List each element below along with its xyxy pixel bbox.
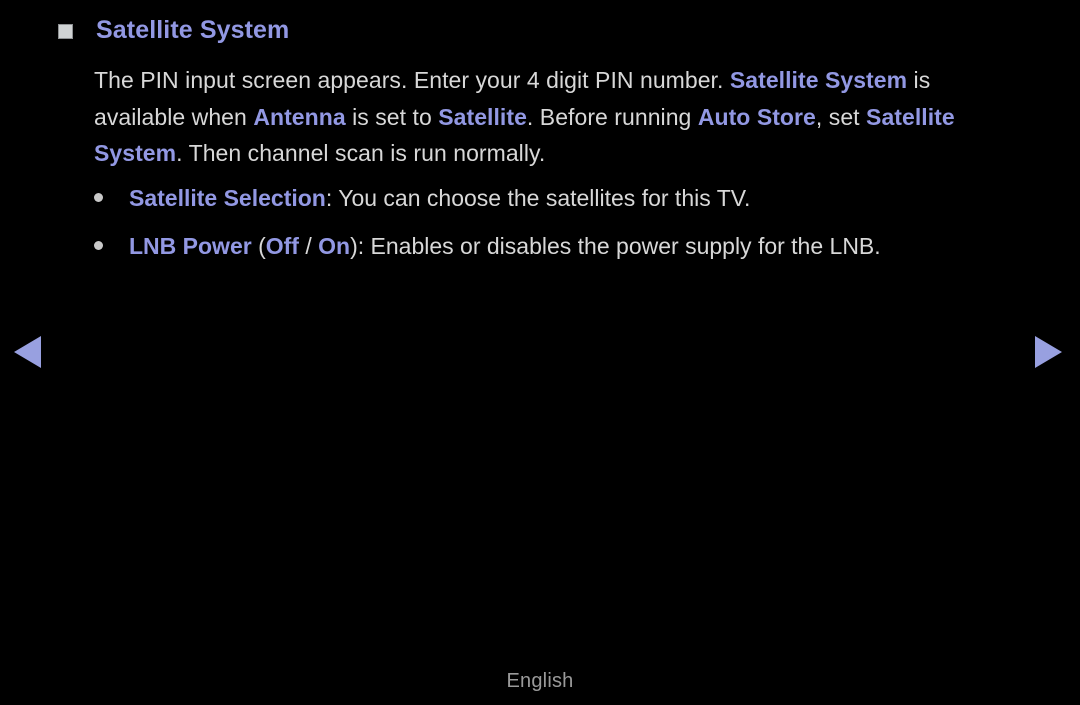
triangle-right-icon[interactable] bbox=[1035, 336, 1062, 368]
option-description-lnb-power: : Enables or disables the power supply f… bbox=[357, 233, 881, 259]
option-label-lnb-power: LNB Power bbox=[129, 233, 252, 259]
paragraph-accent-satellite-system-1: Satellite System bbox=[729, 67, 908, 93]
paragraph-accent-satellite: Satellite bbox=[438, 103, 527, 130]
paragraph-text-4: . Before running bbox=[526, 103, 698, 130]
list-item: LNB Power (Off / On): Enables or disable… bbox=[94, 231, 1044, 261]
option-description-satellite-selection: : You can choose the satellites for this… bbox=[325, 185, 751, 211]
paragraph-text-5: , set bbox=[815, 103, 867, 130]
page-title: Satellite System bbox=[96, 16, 290, 44]
paragraph-text-6: . Then channel scan is run normally. bbox=[176, 140, 546, 167]
page-header: Satellite System bbox=[58, 18, 289, 43]
list-item-text: LNB Power (Off / On): Enables or disable… bbox=[129, 231, 1044, 261]
triangle-left-icon[interactable] bbox=[14, 336, 41, 368]
paragraph-text-3: is set to bbox=[345, 103, 439, 130]
list-item-text: Satellite Selection: You can choose the … bbox=[129, 183, 1044, 213]
bullet-dot-icon bbox=[94, 193, 103, 202]
paragraph-accent-auto-store: Auto Store bbox=[697, 103, 816, 130]
help-screen: Satellite System The PIN input screen ap… bbox=[0, 0, 1080, 705]
filled-square-icon bbox=[58, 24, 73, 39]
option-value-off: Off bbox=[265, 233, 299, 259]
option-paren-open: ( bbox=[251, 233, 266, 259]
language-label: English bbox=[506, 670, 574, 692]
list-item: Satellite Selection: You can choose the … bbox=[94, 183, 1044, 213]
options-list: Satellite Selection: You can choose the … bbox=[94, 183, 1044, 261]
bullet-dot-icon bbox=[94, 241, 103, 250]
option-label-satellite-selection: Satellite Selection bbox=[129, 185, 326, 211]
paragraph-text-1: The PIN input screen appears. Enter your… bbox=[94, 67, 730, 93]
option-paren-close: ) bbox=[350, 233, 358, 259]
option-value-separator: / bbox=[298, 233, 319, 259]
description-paragraph: The PIN input screen appears. Enter your… bbox=[94, 62, 1024, 172]
option-value-on: On bbox=[318, 233, 351, 259]
paragraph-accent-antenna: Antenna bbox=[253, 103, 346, 130]
description-block: The PIN input screen appears. Enter your… bbox=[94, 62, 1024, 172]
